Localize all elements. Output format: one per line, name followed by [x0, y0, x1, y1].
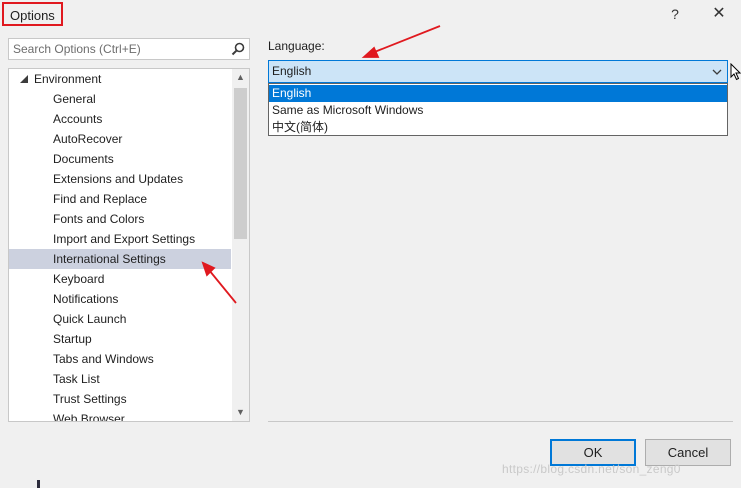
options-tree: Environment General Accounts AutoRecover Do… — [8, 68, 250, 422]
footer-divider — [268, 421, 733, 422]
tree-item-label: Startup — [53, 332, 92, 346]
tree-item-label: General — [53, 92, 96, 106]
tree-item-label: Web Browser — [53, 412, 125, 422]
tree-item-label: Notifications — [53, 292, 119, 306]
language-label: Language: — [268, 39, 325, 53]
tree-item[interactable]: Startup — [9, 329, 231, 349]
tree-item-label: Extensions and Updates — [53, 172, 184, 186]
tree-item[interactable]: Fonts and Colors — [9, 209, 231, 229]
tree-item[interactable]: Accounts — [9, 109, 231, 129]
tree-item-label: Find and Replace — [53, 192, 148, 206]
tree-item[interactable]: Trust Settings — [9, 389, 231, 409]
tree-item[interactable]: General — [9, 89, 231, 109]
tree-item-label: International Settings — [53, 252, 166, 266]
tree-item[interactable]: Documents — [9, 149, 231, 169]
mouse-pointer-icon — [730, 63, 741, 81]
chevron-down-icon — [712, 69, 722, 75]
tree-item-label: Task List — [53, 372, 100, 386]
scroll-thumb[interactable] — [234, 88, 247, 239]
tree-item[interactable]: Keyboard — [9, 269, 231, 289]
tree-item-label: Fonts and Colors — [53, 212, 145, 226]
tree-item[interactable]: Web Browser — [9, 409, 231, 422]
window-edge — [37, 480, 40, 488]
scroll-down-icon[interactable]: ▼ — [232, 404, 249, 421]
language-select-value: English — [272, 64, 312, 78]
tree-item[interactable]: Notifications — [9, 289, 231, 309]
tree-item-environment[interactable]: Environment — [9, 69, 231, 89]
search-box — [8, 38, 250, 60]
tree-item[interactable]: Quick Launch — [9, 309, 231, 329]
tree-item[interactable]: Extensions and Updates — [9, 169, 231, 189]
tree-item-label: Environment — [34, 72, 102, 86]
window-title: Options — [2, 2, 63, 26]
tree-item-label: Import and Export Settings — [53, 232, 196, 246]
language-select[interactable]: English — [268, 60, 728, 83]
tree-item-label: Keyboard — [53, 272, 105, 286]
annotation-arrow-language — [361, 25, 441, 58]
tree-item-label: Accounts — [53, 112, 103, 126]
help-icon[interactable]: ? — [662, 2, 688, 26]
tree-item[interactable]: Tabs and Windows — [9, 349, 231, 369]
tree-item-label: Documents — [53, 152, 114, 166]
tree-scrollbar[interactable]: ▲ ▼ — [232, 69, 249, 421]
tree-item[interactable]: International Settings — [9, 249, 231, 269]
dropdown-option[interactable]: English — [269, 85, 727, 102]
scroll-up-icon[interactable]: ▲ — [232, 69, 249, 86]
search-input[interactable] — [9, 39, 231, 59]
expander-icon[interactable] — [20, 75, 28, 83]
tree-item-label: Tabs and Windows — [53, 352, 154, 366]
tree-item[interactable]: Task List — [9, 369, 231, 389]
dropdown-option[interactable]: 中文(简体) — [269, 119, 727, 136]
tree-item-label: AutoRecover — [53, 132, 123, 146]
tree-item-label: Quick Launch — [53, 312, 127, 326]
close-icon[interactable]: ✕ — [706, 2, 732, 26]
options-dialog: Options ? ✕ Environment General Accounts A… — [0, 0, 741, 488]
title-bar: Options ? ✕ — [0, 0, 741, 30]
search-icon[interactable] — [230, 41, 246, 57]
tree-item[interactable]: Find and Replace — [9, 189, 231, 209]
language-dropdown-list: English Same as Microsoft Windows 中文(简体) — [268, 83, 728, 136]
watermark: https://blog.csdn.net/son_zeng0 — [502, 462, 681, 476]
dropdown-option[interactable]: Same as Microsoft Windows — [269, 102, 727, 119]
tree-item[interactable]: Import and Export Settings — [9, 229, 231, 249]
tree-item-label: Trust Settings — [53, 392, 127, 406]
tree-item[interactable]: AutoRecover — [9, 129, 231, 149]
